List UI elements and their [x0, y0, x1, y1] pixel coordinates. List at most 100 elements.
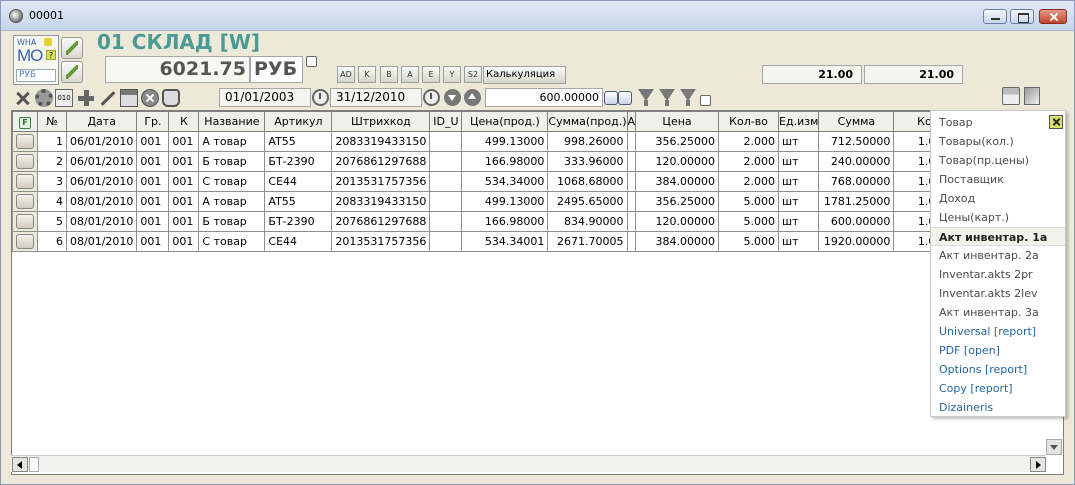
table-cell[interactable]: 2 — [37, 151, 67, 172]
row-selector[interactable] — [12, 231, 38, 252]
filter-icon[interactable] — [659, 89, 675, 106]
table-cell[interactable]: 2671.70005 — [547, 231, 628, 252]
date-to-clock-icon[interactable] — [423, 89, 440, 106]
table-cell[interactable]: 240.00000 — [818, 151, 895, 172]
table-cell[interactable] — [429, 211, 463, 232]
table-cell[interactable]: AT55 — [264, 131, 333, 152]
table-cell[interactable]: шт — [778, 171, 820, 192]
menu-item[interactable]: Акт инвентар. 3а — [931, 303, 1065, 322]
table-cell[interactable] — [626, 151, 637, 172]
menu-item[interactable]: Товар(пр.цены) — [931, 151, 1065, 170]
delete-icon[interactable] — [14, 89, 32, 107]
table-cell[interactable]: 534.34000 — [461, 171, 549, 192]
table-cell[interactable]: шт — [778, 151, 820, 172]
filter-f-icon[interactable]: F — [19, 116, 31, 129]
filter-add-icon[interactable] — [638, 89, 654, 106]
edit-pencil-icon[interactable] — [98, 89, 116, 107]
table-cell[interactable]: 001 — [168, 131, 200, 152]
table-cell[interactable]: 534.34001 — [461, 231, 549, 252]
column-header[interactable]: К — [168, 111, 200, 132]
filter-value-field[interactable]: 600.00000 — [485, 88, 603, 107]
maximize-button[interactable] — [1010, 9, 1034, 24]
toggle-button-1[interactable] — [604, 91, 618, 105]
date-to-field[interactable]: 31/12/2010 — [330, 88, 422, 107]
column-header[interactable]: Сумма(прод.) — [547, 111, 628, 132]
column-header[interactable]: A — [626, 111, 637, 132]
table-cell[interactable]: 2076861297688 — [331, 211, 431, 232]
menu-item[interactable]: Inventar.akts 2lev — [931, 284, 1065, 303]
table-cell[interactable]: 5.000 — [718, 211, 780, 232]
table-cell[interactable]: А товар — [198, 131, 266, 152]
table-cell[interactable]: 384.00000 — [635, 231, 720, 252]
table-cell[interactable]: 499.13000 — [461, 131, 549, 152]
table-cell[interactable]: 6 — [37, 231, 67, 252]
letter-button-s2[interactable]: S2 — [464, 66, 482, 83]
scroll-down-button[interactable] — [1046, 439, 1062, 455]
close-button[interactable] — [1039, 9, 1067, 24]
table-cell[interactable]: шт — [778, 191, 820, 212]
row-select-button[interactable] — [16, 174, 34, 189]
cancel-icon[interactable] — [141, 89, 159, 107]
minimize-button[interactable] — [983, 9, 1007, 24]
table-cell[interactable]: 001 — [168, 171, 200, 192]
menu-item[interactable]: Доход — [931, 189, 1065, 208]
table-cell[interactable]: 001 — [136, 171, 170, 192]
settings-wrench-button[interactable] — [61, 37, 83, 59]
table-cell[interactable]: 4 — [37, 191, 67, 212]
column-header[interactable]: Название — [198, 111, 266, 132]
letter-button-e[interactable]: E — [422, 66, 440, 83]
table-cell[interactable]: А товар — [198, 191, 266, 212]
table-cell[interactable]: 384.00000 — [635, 171, 720, 192]
table-cell[interactable]: 001 — [136, 151, 170, 172]
column-header[interactable]: Кол-во — [718, 111, 780, 132]
table-cell[interactable]: 5.000 — [718, 231, 780, 252]
export-cube-icon[interactable] — [1024, 87, 1040, 105]
table-cell[interactable]: 001 — [136, 211, 170, 232]
table-cell[interactable]: 5 — [37, 211, 67, 232]
table-cell[interactable]: 001 — [136, 131, 170, 152]
table-cell[interactable]: БТ-2390 — [264, 151, 333, 172]
date-from-field[interactable]: 01/01/2003 — [219, 88, 311, 107]
column-header[interactable]: ID_U — [429, 111, 463, 132]
menu-item[interactable]: PDF [open] — [931, 341, 1065, 360]
table-cell[interactable]: Б товар — [198, 211, 266, 232]
table-row[interactable]: 2 06/01/2010 001 001 Б товар БТ-2390 207686129… — [12, 151, 975, 172]
table-row[interactable]: 4 08/01/2010 001 001 А товар AT55 208331943315… — [12, 191, 975, 212]
table-cell[interactable]: С товар — [198, 171, 266, 192]
table-row[interactable]: 5 08/01/2010 001 001 Б товар БТ-2390 207686129… — [12, 211, 975, 232]
balance-checkbox[interactable] — [306, 56, 317, 67]
table-cell[interactable] — [626, 171, 637, 192]
letter-button-y[interactable]: Y — [443, 66, 461, 83]
horizontal-scrollbar[interactable] — [11, 455, 1046, 472]
menu-item[interactable]: Товар — [931, 113, 1065, 132]
menu-item[interactable]: Цены(карт.) — [931, 208, 1065, 227]
row-selector[interactable] — [12, 131, 38, 152]
scroll-thumb[interactable] — [29, 457, 39, 472]
row-select-button[interactable] — [16, 214, 34, 229]
table-cell[interactable]: 5.000 — [718, 191, 780, 212]
table-cell[interactable]: 499.13000 — [461, 191, 549, 212]
table-cell[interactable] — [626, 131, 637, 152]
add-icon[interactable] — [77, 89, 95, 107]
table-cell[interactable]: 001 — [168, 151, 200, 172]
table-cell[interactable]: 001 — [168, 231, 200, 252]
table-cell[interactable]: 712.50000 — [818, 131, 895, 152]
table-row[interactable]: 1 06/01/2010 001 001 А товар AT55 208331943315… — [12, 131, 975, 152]
table-cell[interactable]: 1 — [37, 131, 67, 152]
table-cell[interactable]: 001 — [136, 231, 170, 252]
printer-icon[interactable] — [1002, 87, 1020, 105]
table-cell[interactable]: 2013531757356 — [331, 171, 431, 192]
row-select-button[interactable] — [16, 194, 34, 209]
table-cell[interactable]: 834.90000 — [547, 211, 628, 232]
toggle-button-2[interactable] — [618, 91, 632, 105]
row-select-button[interactable] — [16, 134, 34, 149]
column-header[interactable]: Гр. — [136, 111, 170, 132]
table-cell[interactable]: БТ-2390 — [264, 211, 333, 232]
menu-item[interactable]: Акт инвентар. 2а — [931, 246, 1065, 265]
table-cell[interactable]: 600.00000 — [818, 211, 895, 232]
table-cell[interactable] — [626, 231, 637, 252]
table-cell[interactable]: 001 — [168, 211, 200, 232]
menu-item[interactable]: Поставщик — [931, 170, 1065, 189]
letter-button-ad[interactable]: AD — [337, 66, 355, 83]
table-cell[interactable]: 001 — [168, 191, 200, 212]
